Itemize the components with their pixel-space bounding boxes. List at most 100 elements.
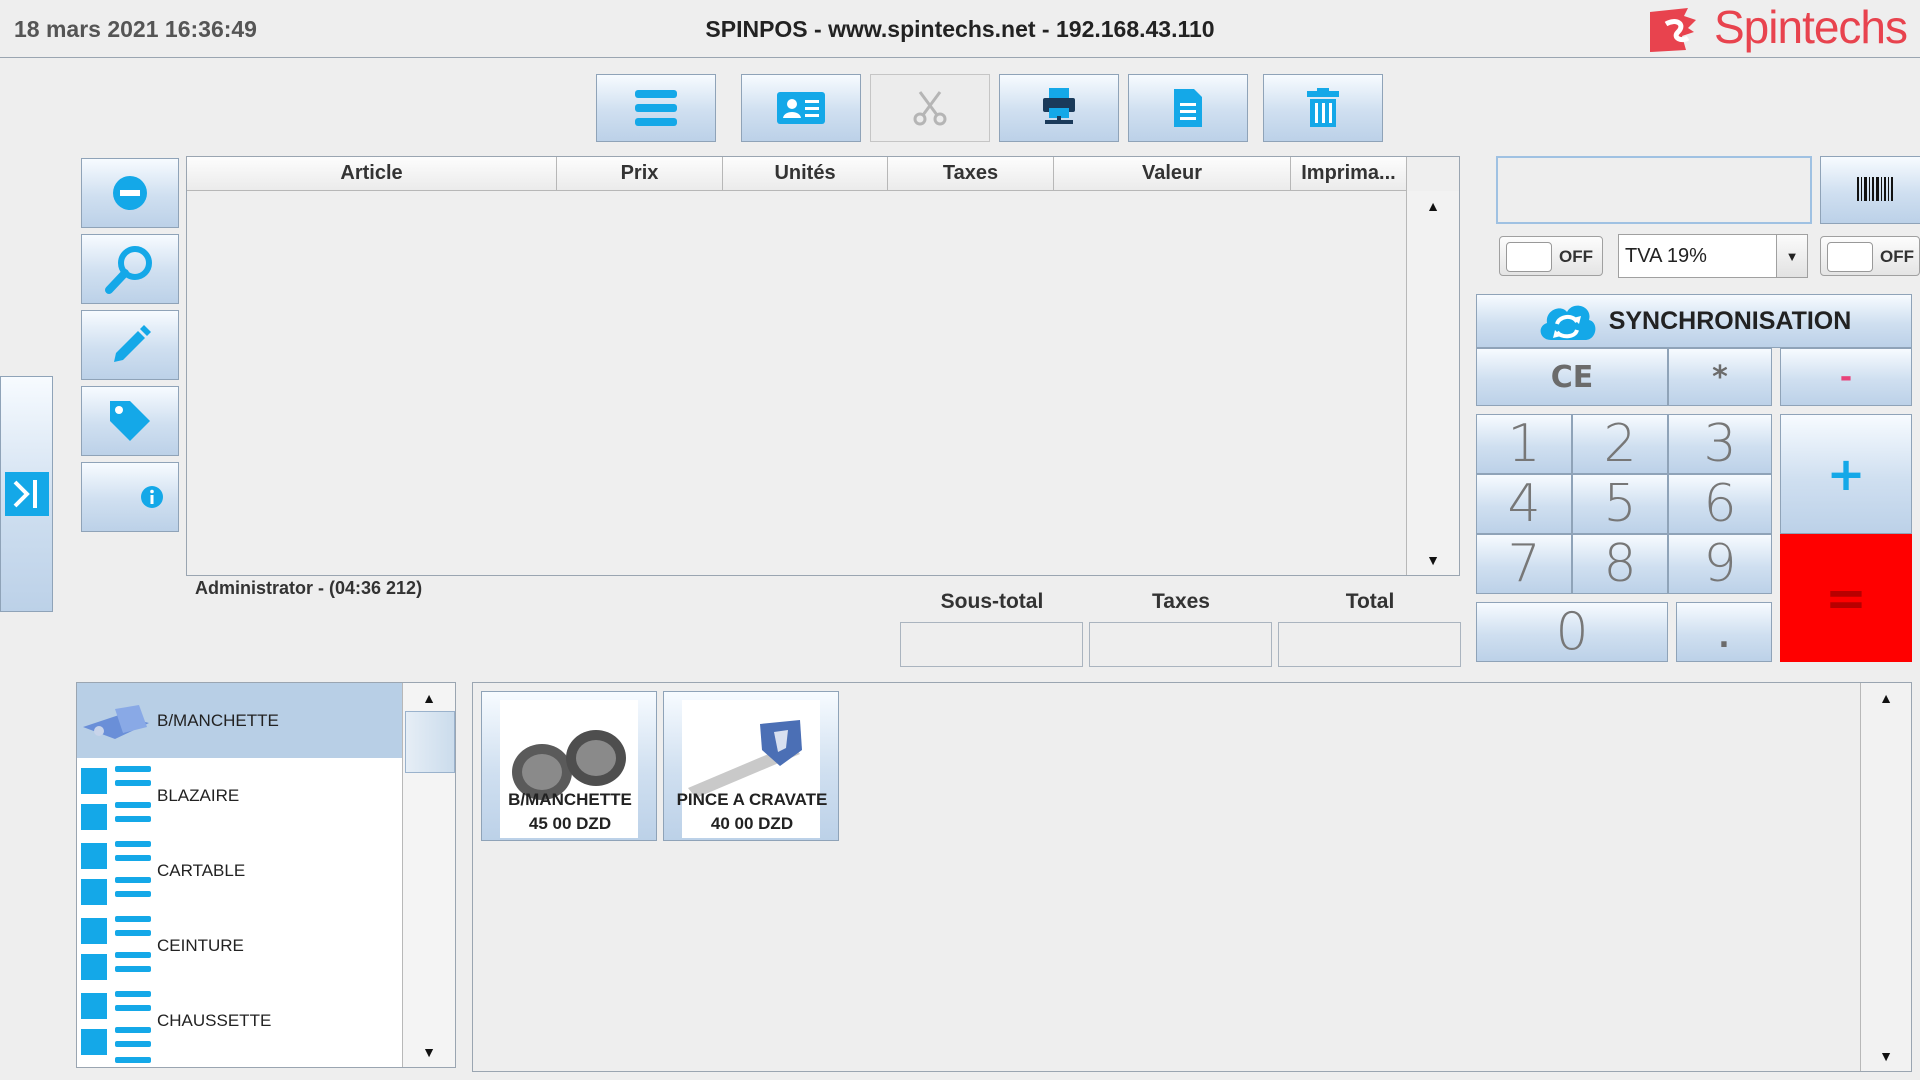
barcode-icon (1857, 177, 1893, 201)
product-price: 45 00 DZD (528, 814, 612, 833)
category-label: BLAZAIRE (157, 786, 240, 805)
category-label: CHAUSSETTE (157, 1011, 272, 1030)
digit-6-button[interactable]: 6 (1668, 474, 1772, 534)
product-price: 40 00 DZD (710, 814, 794, 833)
scroll-thumb[interactable] (405, 711, 455, 773)
barcode-button[interactable] (1820, 156, 1920, 224)
plus-button[interactable]: + (1780, 414, 1912, 534)
key-label: + (1826, 447, 1866, 501)
category-item[interactable]: CEINTURE (77, 908, 403, 983)
tax-select[interactable]: TVA 19% ▼ (1618, 234, 1808, 278)
cloud-sync-icon (1540, 305, 1596, 340)
digit-1-button[interactable]: 1 (1476, 414, 1572, 474)
category-list[interactable]: B/MANCHETTE BLAZAIRE CARTABLE CEINTURE C… (76, 682, 456, 1068)
column-header[interactable]: Taxes (888, 157, 1054, 191)
product-name: PINCE A CRAVATE (676, 790, 828, 809)
category-item[interactable]: CHAUSSETTE (77, 983, 403, 1063)
column-header[interactable]: Prix (557, 157, 723, 191)
category-placeholder-icon (81, 841, 151, 905)
product-tile[interactable]: B/MANCHETTE 45 00 DZD (481, 691, 657, 841)
info-icon (141, 486, 163, 508)
product-scrollbar[interactable]: ▲ ▼ (1860, 683, 1911, 1071)
scroll-up-icon[interactable]: ▲ (1407, 191, 1459, 221)
toggle-switch-2[interactable]: OFF (1820, 236, 1920, 276)
digit-0-button[interactable]: 0 (1476, 602, 1668, 662)
digit-4-button[interactable]: 4 (1476, 474, 1572, 534)
printer-icon (1043, 88, 1075, 124)
equals-button[interactable]: = (1780, 534, 1912, 662)
cut-button[interactable] (870, 74, 990, 142)
scroll-down-icon[interactable]: ▼ (403, 1037, 455, 1067)
trash-icon (1307, 88, 1339, 127)
table-scrollbar[interactable]: ▲ ▼ (1406, 191, 1459, 575)
decimal-button[interactable]: . (1676, 602, 1772, 662)
category-scrollbar[interactable]: ▲ ▼ (402, 683, 455, 1067)
search-button[interactable] (81, 234, 179, 304)
column-header[interactable]: Unités (723, 157, 888, 191)
side-panel-toggle[interactable] (0, 376, 53, 612)
digit-7-button[interactable]: 7 (1476, 534, 1572, 594)
tag-icon (110, 401, 150, 441)
logo-text: Spintechs (1714, 1, 1908, 53)
category-item[interactable]: BLAZAIRE (77, 758, 403, 833)
scroll-down-icon[interactable]: ▼ (1407, 545, 1459, 575)
tax-select-value: TVA 19% (1625, 245, 1707, 267)
key-label: = (1825, 569, 1867, 627)
customer-button[interactable] (741, 74, 861, 142)
menu-button[interactable] (596, 74, 716, 142)
menu-icon (635, 90, 677, 126)
expand-panel-icon (4, 472, 49, 516)
digit-5-button[interactable]: 5 (1572, 474, 1668, 534)
key-label: - (1839, 359, 1853, 395)
barcode-input[interactable] (1496, 156, 1812, 224)
category-item[interactable]: CARTABLE (77, 833, 403, 908)
key-label: * (1712, 359, 1728, 395)
toggle-knob (1827, 242, 1873, 272)
category-placeholder-icon (81, 991, 151, 1063)
key-label: 1 (1507, 414, 1541, 474)
print-button[interactable] (999, 74, 1119, 142)
key-label: 4 (1507, 474, 1541, 534)
toggle-switch-1[interactable]: OFF (1499, 236, 1603, 276)
category-label: CARTABLE (157, 861, 246, 880)
scissors-icon (913, 91, 947, 126)
clear-entry-button[interactable]: CE (1476, 348, 1668, 406)
taxes-label: Taxes (1152, 590, 1210, 613)
column-header[interactable]: Article (187, 157, 557, 191)
edit-button[interactable] (81, 310, 179, 380)
product-panel: B/MANCHETTE 45 00 DZD PINCE A CRAVATE 40… (472, 682, 1912, 1072)
toggle-label: OFF (1880, 247, 1914, 266)
key-label: 2 (1603, 414, 1637, 474)
digit-9-button[interactable]: 9 (1668, 534, 1772, 594)
total-field (1278, 622, 1461, 667)
sync-button[interactable]: SYNCHRONISATION (1476, 294, 1912, 348)
digit-2-button[interactable]: 2 (1572, 414, 1668, 474)
sync-label: SYNCHRONISATION (1608, 306, 1852, 335)
column-header[interactable]: Valeur (1054, 157, 1291, 191)
info-button[interactable] (81, 462, 179, 532)
key-label: 0 (1555, 602, 1589, 662)
category-placeholder-icon (81, 916, 151, 980)
multiply-button[interactable]: * (1668, 348, 1772, 406)
digit-8-button[interactable]: 8 (1572, 534, 1668, 594)
contact-card-icon (777, 92, 825, 124)
delete-button[interactable] (1263, 74, 1383, 142)
column-header[interactable]: Imprima... (1291, 157, 1407, 191)
chevron-down-icon[interactable]: ▼ (1776, 235, 1807, 277)
window-title: SPINPOS - www.spintechs.net - 192.168.43… (705, 16, 1215, 42)
product-tile[interactable]: PINCE A CRAVATE 40 00 DZD (663, 691, 839, 841)
scroll-up-icon[interactable]: ▲ (403, 683, 455, 713)
digit-3-button[interactable]: 3 (1668, 414, 1772, 474)
ticket-table[interactable]: Article Prix Unités Taxes Valeur Imprima… (186, 156, 1460, 576)
document-button[interactable] (1128, 74, 1248, 142)
scroll-down-icon[interactable]: ▼ (1861, 1041, 1911, 1071)
document-icon (1174, 89, 1202, 127)
minus-button[interactable]: - (1780, 348, 1912, 406)
subtotal-field (900, 622, 1083, 667)
pencil-icon (114, 325, 151, 362)
cufflink-tie-icon (83, 705, 149, 739)
tag-button[interactable] (81, 386, 179, 456)
remove-line-button[interactable] (81, 158, 179, 228)
category-item[interactable]: B/MANCHETTE (77, 683, 403, 758)
scroll-up-icon[interactable]: ▲ (1861, 683, 1911, 713)
